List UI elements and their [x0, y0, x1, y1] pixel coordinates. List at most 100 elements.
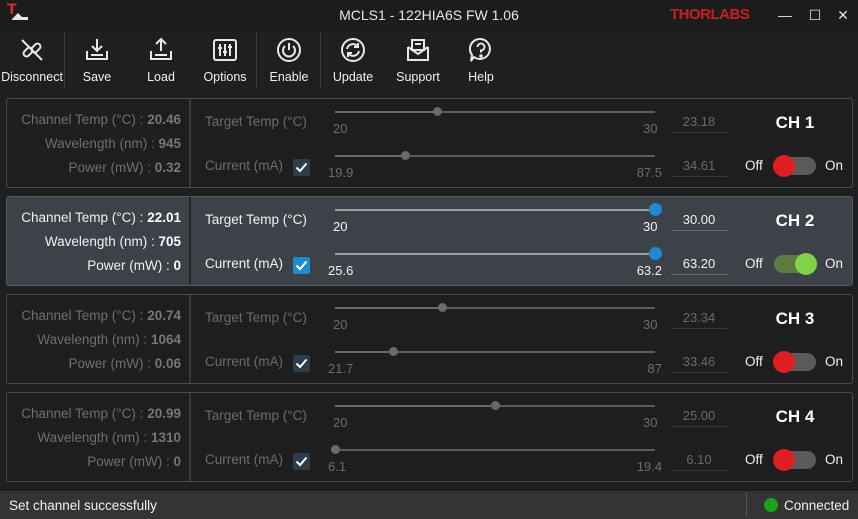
- panel-divider: [189, 295, 191, 383]
- power-label: Power (mW) :: [68, 160, 151, 175]
- channel-temp-label: Channel Temp (°C) :: [21, 210, 144, 225]
- target-temp-min: 20: [333, 317, 348, 332]
- wavelength-value: 705: [158, 234, 181, 249]
- channel-readings: Channel Temp (°C) : 22.01 Wavelength (nm…: [7, 197, 189, 285]
- help-button[interactable]: Help: [454, 30, 508, 90]
- current-slider-thumb[interactable]: [400, 151, 410, 160]
- target-temp-slider-fill: [335, 111, 437, 113]
- channel-temp-value: 20.99: [147, 406, 181, 421]
- target-temp-slider[interactable]: [335, 401, 655, 410]
- maximize-button[interactable]: ☐: [800, 3, 830, 27]
- channel-temp-value: 22.01: [147, 210, 181, 225]
- toggle-on-label: On: [825, 256, 844, 271]
- connection-status-icon: [764, 498, 778, 512]
- target-temp-slider-thumb[interactable]: [437, 303, 447, 312]
- channel-name: CH 1: [775, 113, 815, 132]
- target-temp-slider-thumb[interactable]: [432, 107, 442, 116]
- target-temp-min: 20: [333, 219, 348, 234]
- save-label: Save: [82, 70, 112, 84]
- support-label: Support: [396, 70, 440, 84]
- channel-enable-toggle[interactable]: [773, 155, 816, 177]
- enable-button[interactable]: Enable: [262, 30, 316, 90]
- current-input[interactable]: 33.46: [671, 351, 727, 373]
- options-label: Options: [203, 70, 247, 84]
- target-temp-slider[interactable]: [335, 203, 662, 216]
- channel-name: CH 3: [775, 309, 815, 328]
- current-checkbox[interactable]: [293, 257, 310, 274]
- toolbar: Disconnect Save Load Options Enable Upda…: [0, 30, 858, 90]
- target-temp-input[interactable]: 23.18: [671, 111, 727, 133]
- channel-panel-4: Channel Temp (°C) : 20.99 Wavelength (nm…: [6, 392, 853, 482]
- current-input[interactable]: 6.10: [671, 449, 727, 471]
- panel-divider: [189, 393, 191, 481]
- channel-temp-reading: Channel Temp (°C) : 20.46: [1, 112, 181, 127]
- current-input[interactable]: 34.61: [671, 155, 727, 177]
- target-temp-input[interactable]: 30.00: [671, 209, 727, 231]
- close-button[interactable]: ✕: [828, 3, 858, 27]
- wavelength-value: 1310: [150, 430, 181, 445]
- load-label: Load: [147, 70, 175, 84]
- target-temp-slider[interactable]: [335, 107, 655, 116]
- refresh-icon: [341, 38, 365, 62]
- current-slider[interactable]: [331, 445, 655, 454]
- power-reading: Power (mW) : 0.06: [1, 356, 181, 371]
- update-button[interactable]: Update: [326, 30, 380, 90]
- target-temp-slider-thumb[interactable]: [491, 401, 500, 410]
- wavelength-label: Wavelength (nm) :: [37, 430, 148, 445]
- current-slider[interactable]: [335, 347, 655, 356]
- save-button[interactable]: Save: [70, 30, 124, 90]
- current-slider-thumb[interactable]: [388, 347, 398, 356]
- toggle-knob: [795, 253, 817, 275]
- channel-readings: Channel Temp (°C) : 20.46 Wavelength (nm…: [7, 99, 189, 187]
- update-label: Update: [332, 70, 374, 84]
- current-slider[interactable]: [335, 247, 662, 260]
- current-label: Current (mA): [205, 452, 284, 467]
- minimize-button[interactable]: —: [770, 3, 800, 27]
- target-temp-max: 30: [643, 317, 658, 332]
- save-icon: [86, 39, 108, 60]
- target-temp-input[interactable]: 23.34: [671, 307, 727, 329]
- target-temp-slider-fill: [335, 405, 495, 407]
- toolbar-divider: [64, 32, 65, 88]
- channel-enable-toggle[interactable]: [774, 253, 817, 275]
- channel-enable-toggle[interactable]: [773, 449, 816, 471]
- channel-temp-label: Channel Temp (°C) :: [21, 406, 144, 421]
- support-button[interactable]: Support: [388, 30, 448, 90]
- load-icon: [150, 37, 172, 60]
- current-checkbox[interactable]: [293, 355, 310, 372]
- wavelength-reading: Wavelength (nm) : 705: [1, 234, 181, 249]
- current-checkbox[interactable]: [293, 453, 310, 470]
- mail-icon: [407, 39, 429, 61]
- power-label: Power (mW) :: [87, 258, 170, 273]
- current-label: Current (mA): [205, 158, 284, 173]
- status-bar: Set channel successfully Connected: [0, 491, 858, 519]
- options-button[interactable]: Options: [198, 30, 252, 90]
- current-slider-fill: [335, 155, 405, 157]
- wavelength-reading: Wavelength (nm) : 1064: [1, 332, 181, 347]
- target-temp-input[interactable]: 25.00: [671, 405, 727, 427]
- channel-name: CH 2: [775, 211, 815, 230]
- target-temp-min: 20: [333, 415, 348, 430]
- channel-temp-value: 20.46: [147, 112, 181, 127]
- channel-panel-2: Channel Temp (°C) : 22.01 Wavelength (nm…: [6, 196, 853, 286]
- power-label: Power (mW) :: [68, 356, 151, 371]
- current-label: Current (mA): [205, 354, 284, 369]
- enable-label: Enable: [269, 70, 309, 84]
- load-button[interactable]: Load: [134, 30, 188, 90]
- target-temp-slider-thumb[interactable]: [649, 203, 662, 216]
- current-input[interactable]: 63.20: [671, 253, 727, 275]
- toggle-off-label: Off: [745, 158, 763, 173]
- disconnect-button[interactable]: Disconnect: [0, 30, 64, 90]
- help-icon: [469, 37, 491, 62]
- current-slider-thumb[interactable]: [649, 247, 662, 260]
- target-temp-slider[interactable]: [335, 303, 655, 312]
- target-temp-max: 30: [643, 415, 658, 430]
- current-slider[interactable]: [335, 151, 655, 160]
- channel-enable-toggle[interactable]: [773, 351, 816, 373]
- current-slider-thumb[interactable]: [331, 445, 340, 454]
- current-min: 6.1: [328, 459, 347, 474]
- current-checkbox[interactable]: [293, 159, 310, 176]
- toggle-off-label: Off: [745, 256, 763, 271]
- checkmark-icon: [295, 456, 308, 467]
- status-divider: [746, 493, 747, 517]
